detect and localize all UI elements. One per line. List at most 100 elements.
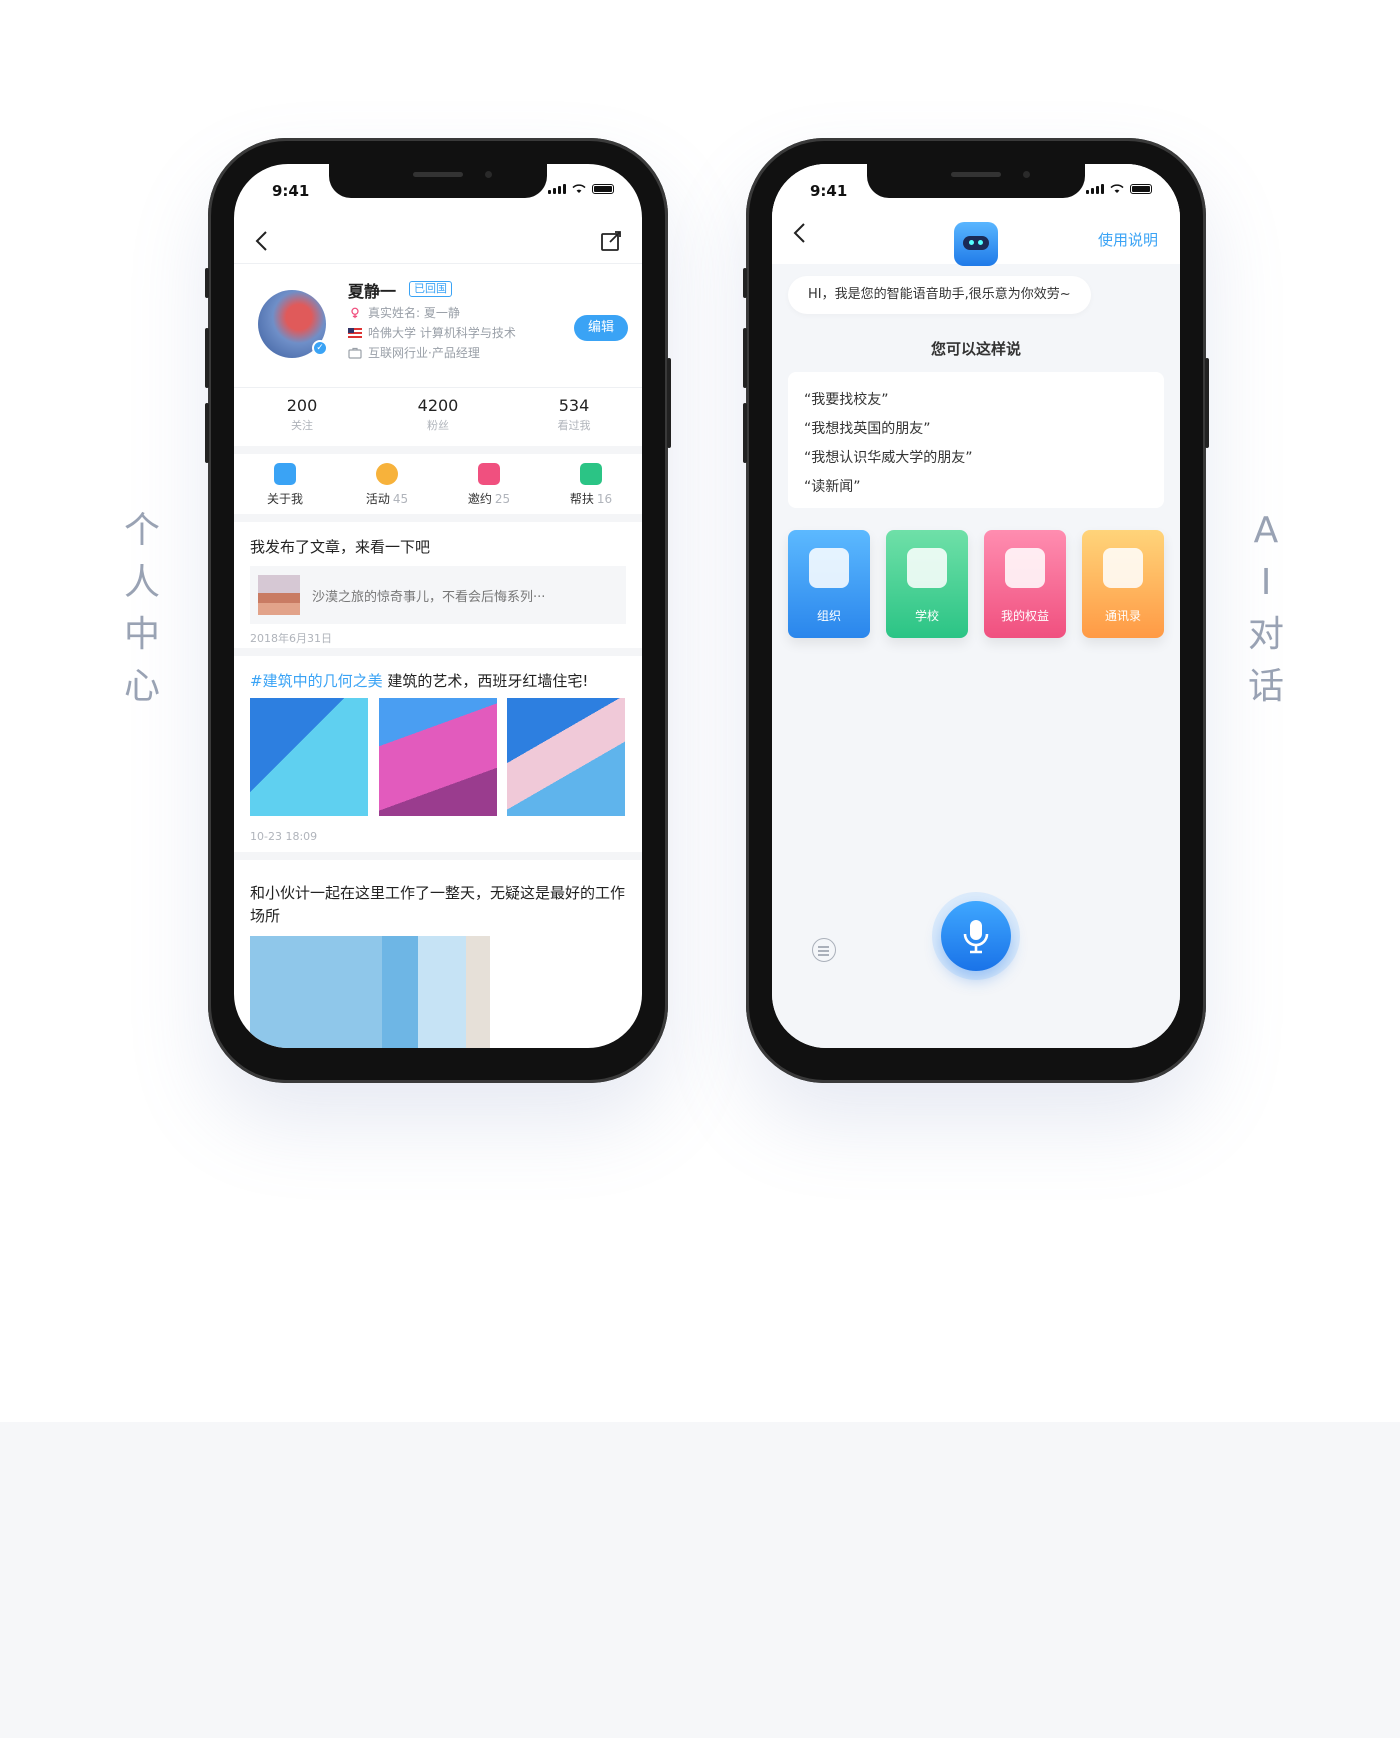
side-button — [205, 403, 209, 463]
divider — [234, 514, 642, 522]
divider — [234, 446, 642, 454]
label-char: 话 — [1247, 666, 1284, 707]
bottom-background-band — [0, 1422, 1400, 1738]
suggestion-item[interactable]: “读新闻” — [804, 473, 1148, 502]
suggestion-item[interactable]: “我想认识华威大学的朋友” — [804, 444, 1148, 473]
tile-label: 通讯录 — [1104, 609, 1141, 623]
quick-invite[interactable]: 邀约 25 — [438, 454, 540, 514]
tile-label: 我的权益 — [1000, 609, 1049, 623]
suggestion-item[interactable]: “我要找校友” — [804, 386, 1148, 415]
industry-line: 互联网行业·产品经理 — [348, 344, 480, 361]
quick-activity[interactable]: 活动 45 — [336, 454, 438, 514]
quick-label: 活动 — [365, 492, 390, 506]
stat-label: 关注 — [291, 419, 313, 432]
diamond-icon — [1005, 548, 1045, 588]
graduation-cap-icon — [907, 548, 947, 588]
stat-visitors[interactable]: 534 看过我 — [506, 388, 642, 446]
back-icon[interactable] — [250, 228, 276, 254]
phone-icon — [1103, 548, 1143, 588]
feed-post-article: 我发布了文章，来看一下吧 沙漠之旅的惊奇事儿，不看会后悔系列··· 2018年6… — [234, 522, 642, 648]
post-title: 和小伙计一起在这里工作了一整天，无疑这是最好的工作场所 — [250, 884, 626, 925]
topic-tag-link[interactable]: #建筑中的几何之美 — [250, 672, 383, 690]
side-button — [1205, 358, 1209, 448]
quick-label: 关于我 — [266, 492, 303, 506]
label-char: 人 — [123, 562, 160, 603]
industry-text: 互联网行业·产品经理 — [368, 346, 480, 360]
avatar[interactable]: ✓ — [258, 290, 328, 358]
profile-card: ✓ 夏静一 已回国 真实姓名: 夏一静 哈佛大学 计算机科学与技术 互联网行业·… — [234, 264, 642, 388]
quick-label: 邀约 — [467, 492, 492, 506]
building-icon — [809, 548, 849, 588]
quick-count: 25 — [494, 492, 511, 506]
female-icon — [351, 307, 359, 318]
edit-button[interactable]: 编辑 — [574, 315, 628, 341]
stat-num: 534 — [558, 396, 590, 415]
status-time: 9:41 — [272, 182, 310, 200]
help-icon — [580, 463, 602, 485]
label-char: 对 — [1247, 614, 1284, 655]
edit-profile-icon[interactable] — [598, 228, 624, 254]
back-icon[interactable] — [788, 220, 814, 246]
tile-organization[interactable]: 组织 — [788, 530, 870, 638]
stat-num: 4200 — [417, 396, 459, 415]
quick-menu: 关于我 活动 45 邀约 25 帮扶 16 — [234, 454, 642, 514]
stat-num: 200 — [286, 396, 318, 415]
notch — [867, 164, 1085, 198]
suggestion-item[interactable]: “我想找英国的朋友” — [804, 415, 1148, 444]
post-date: 10-23 18:09 — [250, 830, 318, 843]
quick-help[interactable]: 帮扶 16 — [540, 454, 642, 514]
divider — [234, 648, 642, 656]
battery-icon — [592, 184, 614, 194]
stat-following[interactable]: 200 关注 — [234, 388, 370, 446]
notch — [329, 164, 547, 198]
post-title: #建筑中的几何之美 建筑的艺术，西班牙红墙住宅! — [250, 670, 588, 691]
tile-label: 学校 — [914, 609, 939, 623]
tile-benefits[interactable]: 我的权益 — [984, 530, 1066, 638]
briefcase-icon — [348, 347, 362, 359]
battery-icon — [1130, 184, 1152, 194]
stats-row: 200 关注 4200 粉丝 534 看过我 — [234, 388, 642, 446]
stat-followers[interactable]: 4200 粉丝 — [370, 388, 506, 446]
signal-icon — [548, 184, 566, 194]
suggestion-list: “我要找校友” “我想找英国的朋友” “我想认识华威大学的朋友” “读新闻” — [788, 372, 1164, 508]
status-time: 9:41 — [810, 182, 848, 200]
microphone-icon — [963, 920, 989, 954]
post-image[interactable] — [507, 698, 625, 816]
post-date: 2018年6月31日 — [250, 632, 332, 645]
usage-guide-link[interactable]: 使用说明 — [1098, 229, 1158, 250]
quick-about-me[interactable]: 关于我 — [234, 454, 336, 514]
voice-input-button[interactable] — [941, 901, 1011, 971]
keyboard-icon[interactable] — [812, 938, 836, 962]
school-line: 哈佛大学 计算机科学与技术 — [348, 324, 516, 341]
side-button — [667, 358, 671, 448]
tile-label: 组织 — [816, 609, 841, 623]
us-flag-icon — [348, 327, 362, 338]
invite-icon — [478, 463, 500, 485]
assistant-greeting-bubble: HI，我是您的智能语音助手,很乐意为你效劳~ — [788, 276, 1091, 314]
user-icon — [274, 463, 296, 485]
user-name: 夏静一 — [348, 282, 397, 301]
stat-label: 看过我 — [557, 419, 591, 432]
article-thumbnail — [258, 575, 300, 615]
tile-contacts[interactable]: 通讯录 — [1082, 530, 1164, 638]
quick-count: 16 — [596, 492, 613, 506]
ai-screen: 9:41 使用说明 HI，我是您的智能语音助手,很乐意为你效劳~ 您可以这样说 … — [772, 164, 1180, 1048]
post-image[interactable] — [379, 698, 497, 816]
section-label-ai-dialog: A I 对 话 — [1246, 505, 1286, 713]
quick-count: 45 — [392, 492, 409, 506]
wifi-icon — [1110, 184, 1124, 193]
label-char: A — [1253, 510, 1279, 551]
label-char: 个 — [123, 510, 160, 551]
suggestion-title: 您可以这样说 — [930, 340, 1021, 358]
article-card[interactable]: 沙漠之旅的惊奇事儿，不看会后悔系列··· — [250, 566, 626, 624]
label-char: 中 — [123, 614, 160, 655]
feed-post-images: #建筑中的几何之美 建筑的艺术，西班牙红墙住宅! 10-23 18:09 — [234, 656, 642, 852]
quick-label: 帮扶 — [569, 492, 594, 506]
post-title-text: 建筑的艺术，西班牙红墙住宅! — [382, 672, 589, 690]
post-image[interactable] — [250, 698, 368, 816]
divider — [234, 852, 642, 860]
tile-school[interactable]: 学校 — [886, 530, 968, 638]
side-button — [743, 403, 747, 463]
post-image[interactable] — [250, 936, 490, 1048]
verified-icon: ✓ — [312, 340, 328, 356]
